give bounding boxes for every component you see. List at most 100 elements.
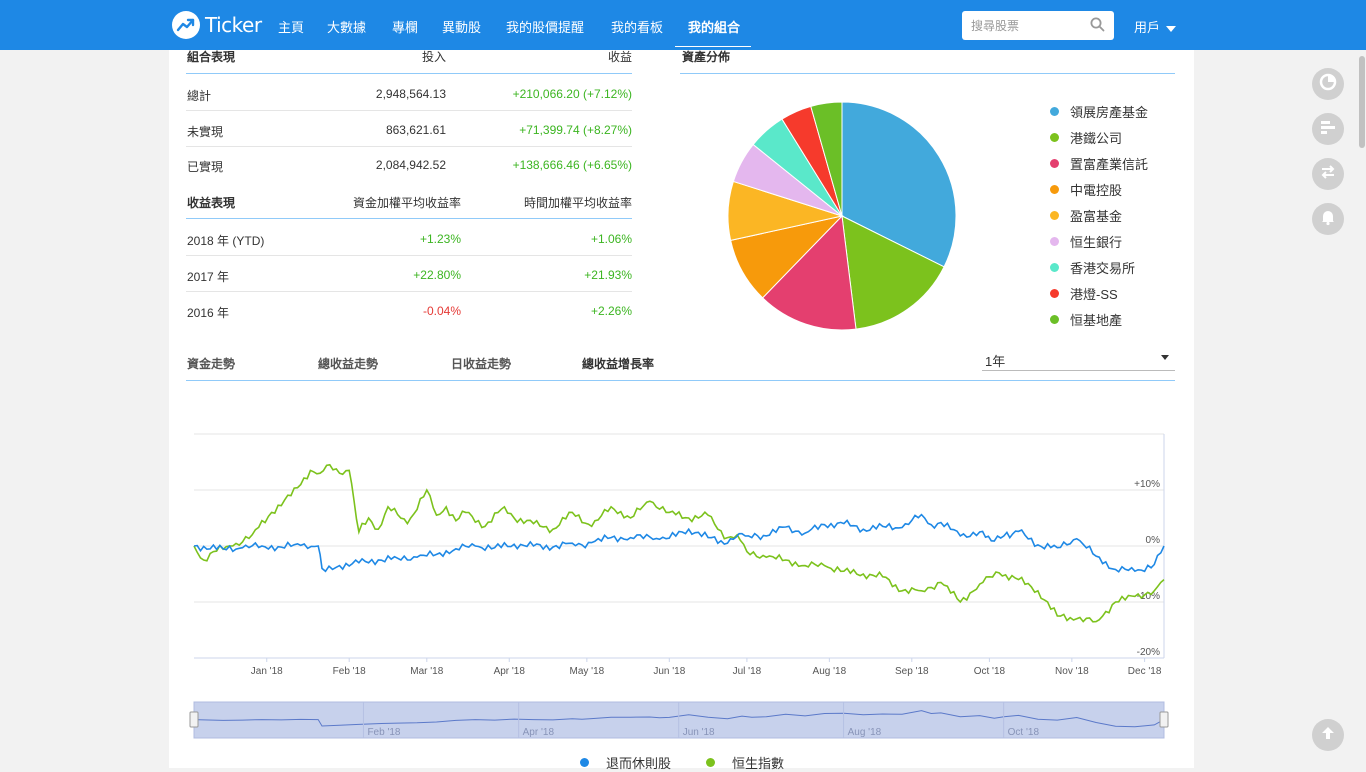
tab-total-return-trend[interactable]: 總收益走勢 bbox=[318, 355, 378, 372]
scroll-top-button[interactable] bbox=[1312, 719, 1344, 751]
navigator-handle[interactable] bbox=[1159, 711, 1169, 728]
legend-label: 置富產業信託 bbox=[1070, 157, 1149, 172]
logo[interactable]: Ticker bbox=[172, 11, 262, 39]
legend-label: 盈富基金 bbox=[1070, 209, 1123, 224]
legend-item-index[interactable]: 恒生指數 bbox=[706, 753, 784, 772]
pie-legend-item[interactable]: 盈富基金 bbox=[1050, 206, 1122, 225]
nav-big-data[interactable]: 大數據 bbox=[327, 17, 366, 36]
trend-up-icon bbox=[172, 11, 200, 39]
row-invest: 863,621.61 bbox=[385, 123, 446, 137]
series-line-portfolio bbox=[193, 513, 1165, 573]
legend-label: 恒生銀行 bbox=[1070, 235, 1123, 250]
caret-down-icon bbox=[1166, 25, 1177, 32]
tab-total-return-growth[interactable]: 總收益增長率 bbox=[582, 355, 654, 372]
range-select[interactable]: 1年 bbox=[982, 348, 1175, 371]
returns-header-mwr: 資金加權平均收益率 bbox=[352, 196, 461, 210]
row-mwr: +1.23% bbox=[419, 232, 461, 246]
scrollbar-thumb[interactable] bbox=[1359, 56, 1365, 148]
divider bbox=[186, 291, 632, 292]
x-tick-label: Oct '18 bbox=[974, 666, 1006, 677]
row-label: 2016 年 bbox=[187, 306, 230, 320]
x-tick-label: May '18 bbox=[569, 666, 604, 677]
scrollbar-track[interactable] bbox=[1358, 50, 1366, 768]
nav-movers[interactable]: 異動股 bbox=[442, 17, 481, 36]
x-tick-label: Nov '18 bbox=[1055, 666, 1089, 677]
range-select-value: 1年 bbox=[985, 354, 1006, 369]
allocation-tab-indicator bbox=[675, 47, 751, 49]
series-line-index bbox=[193, 463, 1165, 623]
nav-columns[interactable]: 專欄 bbox=[392, 17, 418, 36]
divider bbox=[186, 146, 632, 147]
nav-portfolio[interactable]: 我的組合 bbox=[688, 17, 740, 36]
divider bbox=[186, 255, 632, 256]
notification-button[interactable] bbox=[1312, 203, 1344, 235]
row-label: 未實現 bbox=[187, 125, 224, 139]
bell-icon bbox=[1319, 208, 1337, 231]
legend-item-portfolio[interactable]: 退而休則股 bbox=[580, 753, 671, 772]
legend-dot bbox=[1050, 107, 1059, 116]
row-label: 已實現 bbox=[187, 160, 224, 174]
row-label: 2017 年 bbox=[187, 270, 230, 284]
row-gain: +71,399.74 (+8.27%) bbox=[519, 123, 632, 137]
legend-label: 港鐵公司 bbox=[1070, 131, 1123, 146]
legend-dot bbox=[1050, 237, 1059, 246]
navigator-handle[interactable] bbox=[189, 711, 199, 728]
x-tick-label: Feb '18 bbox=[333, 666, 366, 677]
tab-fund-trend[interactable]: 資金走勢 bbox=[187, 355, 235, 372]
pie-legend-item[interactable]: 港鐵公司 bbox=[1050, 128, 1122, 147]
navigator-tick-label: Oct '18 bbox=[1008, 727, 1040, 738]
legend-dot bbox=[1050, 263, 1059, 272]
swap-button[interactable] bbox=[1312, 158, 1344, 190]
nav-home[interactable]: 主頁 bbox=[278, 17, 304, 36]
pie-legend-item[interactable]: 領展房產基金 bbox=[1050, 102, 1148, 121]
bar-chart-button[interactable] bbox=[1312, 113, 1344, 145]
returns-header-label: 收益表現 bbox=[187, 196, 236, 210]
pie-legend-item[interactable]: 香港交易所 bbox=[1050, 258, 1135, 277]
legend-dot bbox=[1050, 185, 1059, 194]
pie-legend-item[interactable]: 中電控股 bbox=[1050, 180, 1122, 199]
portfolio-header-label: 組合表現 bbox=[187, 50, 236, 64]
x-tick-label: Jun '18 bbox=[653, 666, 685, 677]
returns-header-twr: 時間加權平均收益率 bbox=[523, 196, 632, 210]
legend-dot bbox=[706, 758, 715, 767]
divider bbox=[186, 218, 632, 219]
pie-chart-button[interactable] bbox=[1312, 68, 1344, 100]
user-label: 用戶 bbox=[1134, 20, 1161, 35]
bar-chart-icon bbox=[1319, 118, 1337, 141]
navigator-tick-label: Jun '18 bbox=[683, 727, 715, 738]
x-tick-label: Dec '18 bbox=[1128, 666, 1162, 677]
row-twr: +2.26% bbox=[590, 304, 632, 318]
nav-watchlist[interactable]: 我的看板 bbox=[611, 17, 663, 36]
x-tick-label: Jan '18 bbox=[251, 666, 283, 677]
navigator-tick-label: Aug '18 bbox=[848, 727, 882, 738]
pie-legend-item[interactable]: 港燈-SS bbox=[1050, 284, 1118, 303]
pie-legend-item[interactable]: 恒生銀行 bbox=[1050, 232, 1122, 251]
pie-legend-item[interactable]: 置富產業信託 bbox=[1050, 154, 1148, 173]
top-navbar: Ticker 主頁 大數據 專欄 異動股 我的股價提醒 我的看板 我的組合 用戶 bbox=[0, 0, 1366, 50]
allocation-title: 資產分佈 bbox=[682, 50, 731, 64]
x-tick-label: Jul '18 bbox=[733, 666, 762, 677]
row-twr: +21.93% bbox=[584, 268, 632, 282]
legend-dot bbox=[1050, 289, 1059, 298]
legend-label: 中電控股 bbox=[1070, 183, 1123, 198]
legend-label: 香港交易所 bbox=[1070, 261, 1136, 276]
row-gain: +138,666.46 (+6.65%) bbox=[512, 158, 632, 172]
x-tick-label: Apr '18 bbox=[494, 666, 526, 677]
row-mwr: +22.80% bbox=[413, 268, 461, 282]
return-growth-line-chart: +10%0%-10%-20%Jan '18 Feb '18 Mar '18 Apr '… bbox=[189, 433, 1169, 739]
legend-dot bbox=[580, 758, 589, 767]
search-icon[interactable] bbox=[1090, 17, 1105, 37]
pie-chart-icon bbox=[1319, 73, 1337, 96]
pie-legend-item[interactable]: 恒基地產 bbox=[1050, 310, 1122, 329]
user-menu[interactable]: 用戶 bbox=[1134, 17, 1177, 36]
legend-dot bbox=[1050, 211, 1059, 220]
legend-dot bbox=[1050, 315, 1059, 324]
row-label: 總計 bbox=[187, 89, 212, 103]
portfolio-header-gain: 收益 bbox=[607, 50, 632, 64]
tab-daily-return-trend[interactable]: 日收益走勢 bbox=[451, 355, 511, 372]
x-tick-label: Aug '18 bbox=[813, 666, 847, 677]
logo-text: Ticker bbox=[205, 13, 262, 37]
nav-price-alerts[interactable]: 我的股價提醒 bbox=[506, 17, 584, 36]
divider bbox=[186, 110, 632, 111]
row-mwr: -0.04% bbox=[422, 304, 461, 318]
